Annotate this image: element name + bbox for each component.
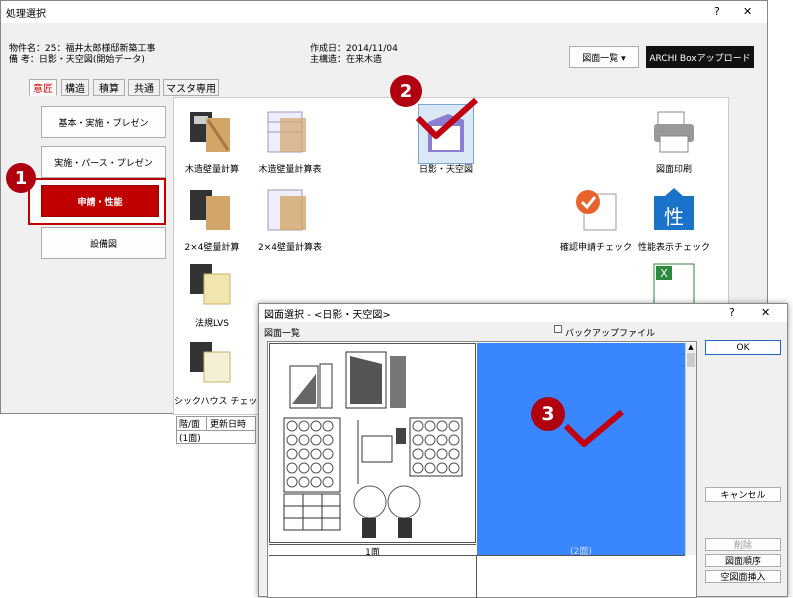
icon-label-wood-wall-calc: 木造壁量計算 <box>184 165 239 175</box>
tab-common[interactable]: 共通 <box>128 79 160 96</box>
cancel-button[interactable]: キャンセル <box>705 487 781 502</box>
drawing-list-label: 図面一覧 <box>264 329 301 339</box>
2x4-wall-calc-icon[interactable] <box>186 186 234 234</box>
marker-3: 3 <box>531 397 565 431</box>
excel-icon[interactable]: X <box>650 260 698 308</box>
drawing-order-button[interactable]: 図面順序 <box>705 554 781 567</box>
close-icon[interactable]: ✕ <box>743 5 752 18</box>
icon-label-2x4-wall-calc: 2×4壁量計算 <box>184 243 240 253</box>
grid-scrollbar[interactable]: ▲ <box>685 343 696 555</box>
table-header-updated: 更新日時 <box>210 420 247 430</box>
tab-master[interactable]: マスタ専用 <box>163 79 219 96</box>
scroll-thumb[interactable] <box>687 353 695 367</box>
drawing-preview-1 <box>283 351 463 538</box>
wood-wall-calc-icon[interactable] <box>186 108 234 156</box>
side-button-execution[interactable]: 実施・パース・プレゼン <box>41 146 166 178</box>
insert-blank-button[interactable]: 空図面挿入 <box>705 570 781 583</box>
side-button-equipment[interactable]: 設備図 <box>41 227 166 259</box>
2x4-wall-table-icon[interactable] <box>262 186 310 234</box>
svg-text:性: 性 <box>664 205 684 229</box>
scroll-up-icon[interactable]: ▲ <box>686 343 696 351</box>
svg-text:X: X <box>660 267 668 280</box>
drawing-grid: 1面 (2面) ▲ <box>267 341 697 598</box>
wood-wall-table-icon[interactable] <box>262 108 310 156</box>
tab-design[interactable]: 意匠 <box>29 79 57 96</box>
drawing-thumbnail-1[interactable] <box>269 343 476 543</box>
performance-check-icon[interactable]: 性 <box>650 186 698 234</box>
help-icon[interactable]: ? <box>714 5 720 18</box>
cell-1-label: 1面 <box>269 544 476 558</box>
marker-1: 1 <box>6 163 36 193</box>
dialog-titlebar: 図面選択 - <日影・天空図> <box>259 304 787 322</box>
structure-type: 主構造：在来木造 <box>310 55 383 65</box>
side-button-basic[interactable]: 基本・実施・プレゼン <box>41 106 166 138</box>
icon-label-wood-wall-table: 木造壁量計算表 <box>258 165 322 175</box>
icon-label-application-check: 確認申請チェック <box>559 243 632 253</box>
table-row[interactable]: (1面) <box>177 431 255 444</box>
archi-box-upload-button[interactable]: ARCHI Boxアップロード <box>646 46 754 68</box>
dialog-close-icon[interactable]: ✕ <box>761 306 770 319</box>
cell-2-label: (2面) <box>570 547 592 557</box>
tab-structure[interactable]: 構造 <box>61 79 89 96</box>
tab-estimate[interactable]: 積算 <box>93 79 125 96</box>
ok-button[interactable]: OK <box>705 340 781 355</box>
drawing-select-dialog: 図面選択 - <日影・天空図> ? ✕ 図面一覧 バックアップファイル 1面 (… <box>258 303 788 598</box>
dialog-help-icon[interactable]: ? <box>729 306 735 319</box>
icon-label-print: 図面印刷 <box>655 165 692 175</box>
checkmark-icon <box>415 98 479 139</box>
backup-label: バックアップファイル <box>565 329 656 339</box>
main-titlebar: 処理選択 <box>1 1 767 23</box>
checkmark-icon <box>563 409 624 447</box>
icon-label-law-lvs: 法規LVS <box>195 319 229 329</box>
icon-label-sick-house: シックハウス チェック <box>174 397 267 407</box>
main-title: 処理選択 <box>6 8 46 20</box>
sick-house-check-icon[interactable] <box>186 338 234 386</box>
application-check-icon[interactable] <box>572 186 620 234</box>
side-button-application[interactable]: 申請・性能 <box>41 185 159 217</box>
dialog-title: 図面選択 - <日影・天空図> <box>264 309 391 321</box>
printer-icon[interactable] <box>650 108 698 156</box>
table-header-floor: 階/面 <box>177 417 207 430</box>
delete-button[interactable]: 削除 <box>705 538 781 551</box>
drawing-grid-row-2 <box>269 555 685 598</box>
icon-label-2x4-wall-table: 2×4壁量計算表 <box>258 243 322 253</box>
drawing-list-button[interactable]: 図面一覧 ▾ <box>569 46 639 68</box>
backup-checkbox[interactable] <box>554 325 562 333</box>
property-note: 備 考：日影・天空図(開始データ) <box>9 55 145 65</box>
icon-label-sunshade-sky: 日影・天空図 <box>418 165 473 175</box>
icon-label-performance-check: 性能表示チェック <box>637 243 710 253</box>
floor-table-box: 階/面 更新日時 (1面) <box>176 416 256 444</box>
law-lvs-icon[interactable] <box>186 260 234 308</box>
